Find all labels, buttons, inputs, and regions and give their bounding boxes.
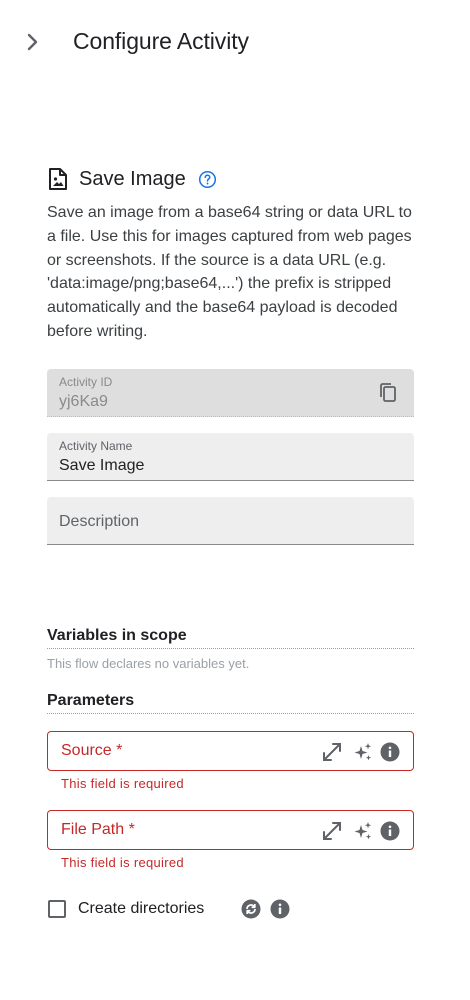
source-param-field[interactable]: Source * (47, 731, 414, 771)
create-directories-row: Create directories (48, 899, 204, 919)
page-title: Configure Activity (73, 28, 249, 54)
file-path-param-label: File Path * (61, 821, 135, 838)
activity-name-value[interactable]: Save Image (59, 457, 144, 475)
variables-section-title: Variables in scope (47, 627, 414, 649)
activity-heading: Save Image (47, 165, 217, 193)
panel-header: Configure Activity (0, 0, 470, 84)
info-icon[interactable] (270, 899, 290, 919)
copy-icon[interactable] (378, 382, 398, 404)
parameters-section-title: Parameters (47, 692, 414, 714)
chevron-right-icon[interactable] (22, 30, 44, 54)
source-param-tools (321, 741, 400, 763)
sparkles-icon[interactable] (352, 741, 374, 763)
description-field[interactable]: Description (47, 497, 414, 545)
file-path-param-tools (321, 820, 400, 842)
activity-description: Save an image from a base64 string or da… (47, 204, 412, 340)
image-file-icon (49, 168, 67, 190)
variables-empty-text: This flow declares no variables yet. (47, 656, 250, 671)
activity-id-label: Activity ID (59, 375, 113, 389)
source-param-label: Source * (61, 742, 123, 759)
create-directories-checkbox[interactable] (48, 900, 66, 918)
sparkles-icon[interactable] (352, 820, 374, 842)
expand-icon[interactable] (321, 741, 343, 763)
help-circle-icon[interactable] (198, 170, 217, 189)
expand-icon[interactable] (321, 820, 343, 842)
create-directories-icons (241, 899, 299, 919)
source-error-text: This field is required (61, 776, 184, 791)
file-path-param-field[interactable]: File Path * (47, 810, 414, 850)
create-directories-label[interactable]: Create directories (78, 900, 204, 918)
activity-id-value: yj6Ka9 (59, 393, 108, 410)
file-path-error-text: This field is required (61, 855, 184, 870)
activity-name-field[interactable]: Activity Name Save Image (47, 433, 414, 481)
info-icon[interactable] (380, 742, 400, 762)
info-icon[interactable] (380, 821, 400, 841)
activity-name: Save Image (79, 167, 186, 190)
description-placeholder: Description (59, 513, 140, 530)
sync-icon[interactable] (241, 899, 261, 919)
activity-name-label: Activity Name (59, 439, 133, 453)
activity-id-field: Activity ID yj6Ka9 (47, 369, 414, 417)
